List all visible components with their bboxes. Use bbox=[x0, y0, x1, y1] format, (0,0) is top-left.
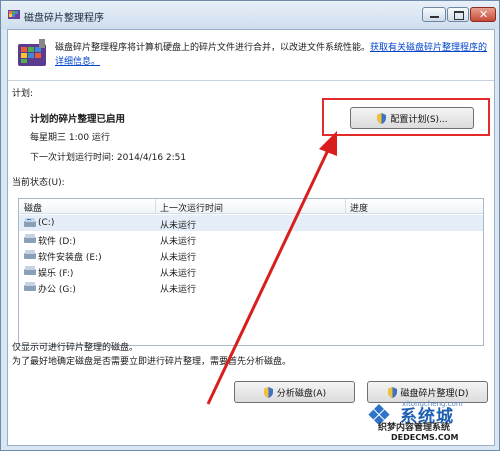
watermark-cms: 织梦内容管理系统 bbox=[378, 423, 451, 433]
annotation-arrow bbox=[206, 131, 337, 405]
watermark-url: DEDECMS.COM bbox=[391, 433, 459, 442]
